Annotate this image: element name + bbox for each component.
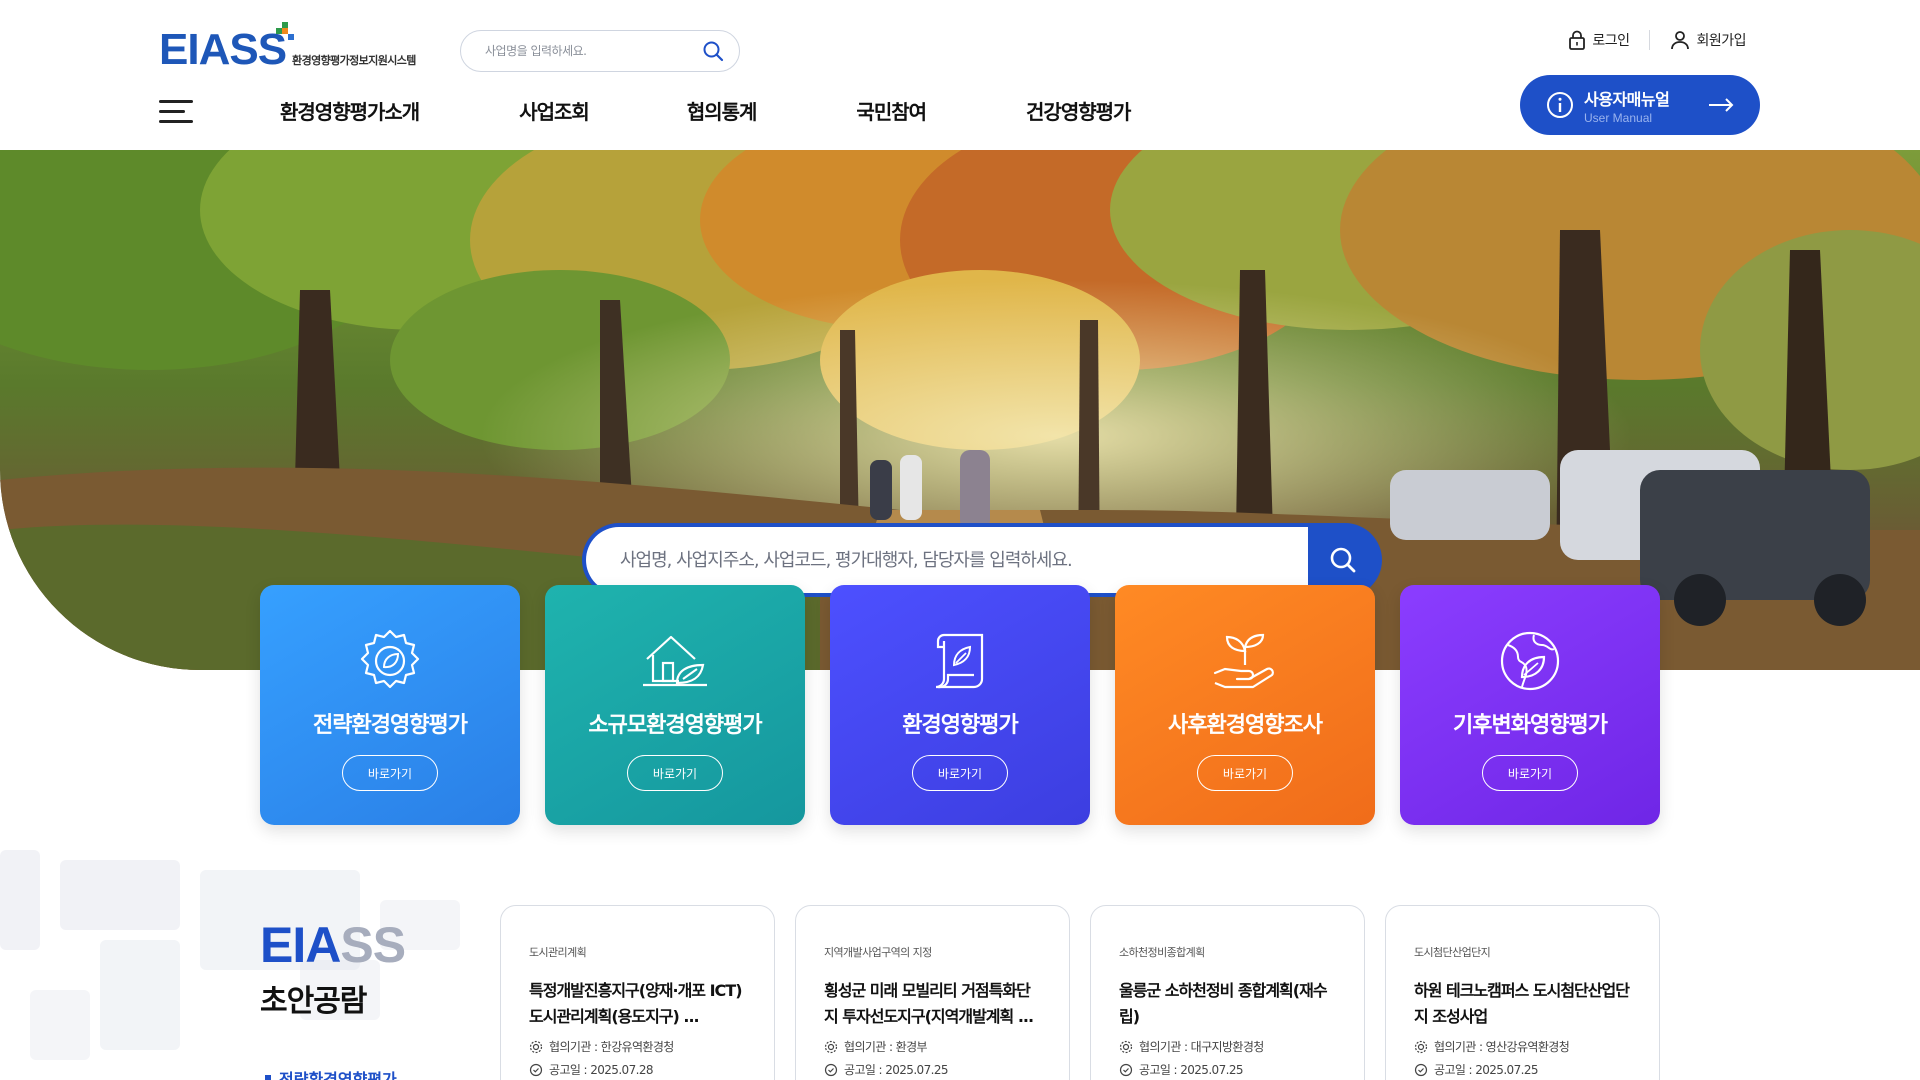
nav-item-public-participation[interactable]: 국민참여 (856, 96, 927, 125)
info-icon (1547, 92, 1573, 118)
main-search-input[interactable] (620, 549, 1308, 571)
category-title: 기후변화영향평가 (1453, 713, 1608, 738)
assessment-categories: 전략환경영향평가 바로가기 소규모환경영향평가 바로가기 환경영향평가 바로가기 (260, 585, 1660, 825)
draft-title: 하원 테크노캠퍼스 도시첨단산업단지 조성사업 (1414, 981, 1630, 1026)
agency-text: 협의기관 : 영산강유역환경청 (1434, 1040, 1570, 1054)
draft-title-eng: EIASS (260, 917, 406, 973)
check-circle-icon (824, 1063, 838, 1076)
gear-leaf-icon (360, 629, 420, 689)
draft-title: 특정개발진흥지구(양재·개포 ICT)도시관리계획(용도지구) ... (529, 981, 743, 1026)
category-card-small-scale[interactable]: 소규모환경영향평가 바로가기 (545, 585, 805, 825)
signup-link[interactable]: 회원가입 (1650, 30, 1746, 50)
category-title: 사후환경영향조사 (1168, 713, 1323, 738)
signup-label: 회원가입 (1696, 33, 1746, 49)
draft-category: 소하천정비종합계획 (1119, 946, 1205, 959)
main-search-field (586, 527, 1308, 593)
gear-icon (529, 1040, 543, 1053)
draft-card[interactable]: 도시관리계획 특정개발진흥지구(양재·개포 ICT)도시관리계획(용도지구) .… (500, 905, 775, 1080)
draft-card[interactable]: 지역개발사업구역의 지정 횡성군 미래 모빌리티 거점특화단지 투자선도지구(지… (795, 905, 1070, 1080)
nav-item-project-search[interactable]: 사업조회 (519, 96, 590, 125)
draft-category: 도시관리계획 (529, 946, 587, 959)
gear-icon (1414, 1040, 1428, 1053)
lock-icon (1569, 30, 1586, 50)
logo-subtitle: 환경영향평가정보지원시스템 (292, 54, 416, 67)
draft-tab-label: 전략환경영향평가 (279, 1070, 397, 1080)
draft-category: 도시첨단산업단지 (1414, 946, 1491, 959)
gear-icon (1119, 1040, 1133, 1053)
draft-agency: 협의기관 : 환경부 (824, 1038, 1041, 1055)
date-text: 공고일 : 2025.07.25 (844, 1063, 949, 1077)
agency-text: 협의기관 : 환경부 (844, 1040, 928, 1054)
search-icon[interactable] (701, 39, 725, 63)
date-text: 공고일 : 2025.07.25 (1139, 1063, 1244, 1077)
nav-item-intro[interactable]: 환경영향평가소개 (280, 96, 420, 125)
user-manual-button[interactable]: 사용자매뉴얼 User Manual (1520, 75, 1760, 135)
login-link[interactable]: 로그인 (1548, 30, 1649, 50)
hand-sprout-icon (1213, 633, 1274, 689)
nav-item-statistics[interactable]: 협의통계 (687, 96, 758, 125)
go-button[interactable]: 바로가기 (1197, 755, 1293, 791)
draft-agency: 협의기관 : 대구지방환경청 (1119, 1038, 1336, 1055)
draft-date: 공고일 : 2025.07.25 (1119, 1061, 1336, 1078)
hamburger-menu-icon[interactable] (159, 100, 195, 124)
user-icon (1671, 31, 1690, 50)
manual-sublabel: User Manual (1584, 110, 1653, 125)
manual-label: 사용자매뉴얼 (1584, 89, 1670, 109)
logo-mark-icon (276, 22, 296, 42)
agency-text: 협의기관 : 대구지방환경청 (1139, 1040, 1264, 1054)
draft-title: 횡성군 미래 모빌리티 거점특화단지 투자선도지구(지역개발계획 ... (824, 981, 1034, 1026)
draft-agency: 협의기관 : 영산강유역환경청 (1414, 1038, 1631, 1055)
category-title: 환경영향평가 (902, 713, 1018, 738)
header-search-input[interactable] (485, 44, 701, 58)
bullet-icon (265, 1075, 271, 1080)
category-card-climate[interactable]: 기후변화영향평가 바로가기 (1400, 585, 1660, 825)
date-text: 공고일 : 2025.07.28 (549, 1063, 654, 1077)
draft-date: 공고일 : 2025.07.25 (1414, 1061, 1631, 1078)
category-title: 소규모환경영향평가 (588, 713, 762, 738)
category-card-strategic[interactable]: 전략환경영향평가 바로가기 (260, 585, 520, 825)
draft-agency: 협의기관 : 한강유역환경청 (529, 1038, 746, 1055)
agency-text: 협의기관 : 한강유역환경청 (549, 1040, 674, 1054)
check-circle-icon (1119, 1063, 1133, 1076)
nav-item-health-assessment[interactable]: 건강영향평가 (1026, 96, 1131, 125)
category-title: 전략환경영향평가 (313, 713, 468, 738)
draft-category: 지역개발사업구역의 지정 (824, 946, 932, 959)
go-button[interactable]: 바로가기 (1482, 755, 1578, 791)
globe-leaf-icon (1500, 631, 1560, 691)
draft-card[interactable]: 소하천정비종합계획 울릉군 소하천정비 종합계획(재수립) 협의기관 : 대구지… (1090, 905, 1365, 1080)
main-nav: 환경영향평가소개 사업조회 협의통계 국민참여 건강영향평가 (280, 96, 1131, 125)
search-icon (1330, 547, 1356, 573)
go-button[interactable]: 바로가기 (912, 755, 1008, 791)
draft-date: 공고일 : 2025.07.25 (824, 1061, 1041, 1078)
house-leaf-icon (643, 635, 707, 687)
draft-title-kor: 초안공람 (260, 984, 367, 1019)
manual-text: 사용자매뉴얼 User Manual (1584, 86, 1708, 125)
gear-icon (824, 1040, 838, 1053)
draft-card[interactable]: 도시첨단산업단지 하원 테크노캠퍼스 도시첨단산업단지 조성사업 협의기관 : … (1385, 905, 1660, 1080)
category-card-eia[interactable]: 환경영향평가 바로가기 (830, 585, 1090, 825)
draft-section-title: EIASS 초안공람 (260, 917, 406, 1020)
check-circle-icon (1414, 1063, 1428, 1076)
site-logo[interactable]: EIASS 환경영향평가정보지원시스템 (159, 22, 429, 72)
date-text: 공고일 : 2025.07.25 (1434, 1063, 1539, 1077)
title-eng-part-b: SS (340, 917, 406, 973)
site-header: EIASS 환경영향평가정보지원시스템 로그인 (0, 0, 1920, 150)
check-circle-icon (529, 1063, 543, 1076)
logo-text: EIASS (159, 25, 287, 74)
login-label: 로그인 (1592, 33, 1630, 49)
main-search-button[interactable] (1308, 527, 1378, 593)
title-eng-part-a: EIA (260, 917, 341, 973)
draft-list: 도시관리계획 특정개발진흥지구(양재·개포 ICT)도시관리계획(용도지구) .… (500, 905, 1660, 1080)
draft-date: 공고일 : 2025.07.28 (529, 1061, 746, 1078)
go-button[interactable]: 바로가기 (342, 755, 438, 791)
category-card-post-survey[interactable]: 사후환경영향조사 바로가기 (1115, 585, 1375, 825)
go-button[interactable]: 바로가기 (627, 755, 723, 791)
header-search (460, 30, 740, 72)
arrow-right-icon (1709, 98, 1734, 112)
utility-links: 로그인 회원가입 (1548, 30, 1746, 50)
draft-tab-strategic[interactable]: 전략환경영향평가 (265, 1066, 397, 1080)
scroll-leaf-icon (935, 633, 984, 689)
draft-title: 울릉군 소하천정비 종합계획(재수립) (1119, 981, 1328, 1026)
